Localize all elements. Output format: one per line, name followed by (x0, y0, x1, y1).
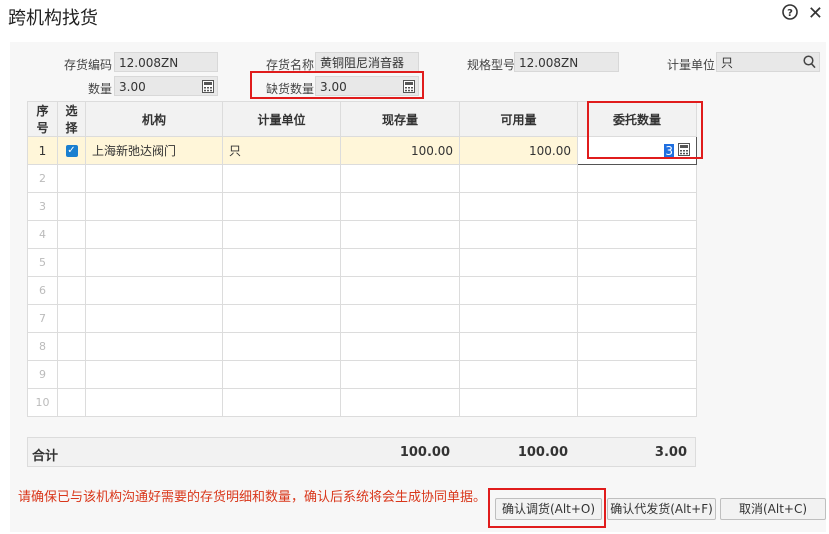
item-code-field: 12.008ZN (114, 52, 218, 72)
item-code-label: 存货编码 (64, 58, 113, 72)
col-header-stock: 现存量 (340, 101, 460, 137)
unit-cell: 只 (222, 136, 341, 165)
col-header-select: 选择 (57, 101, 86, 137)
spec-field: 12.008ZN (514, 52, 619, 72)
row-number: 3 (27, 192, 58, 221)
available-cell: 100.00 (459, 136, 578, 165)
qty-field[interactable]: 3.00 (114, 76, 218, 96)
total-entrust: 3.00 (654, 445, 687, 460)
dialog-title: 跨机构找货 (8, 8, 98, 29)
confirm-note: 请确保已与该机构沟通好需要的存货明细和数量，确认后系统将会生成协同单据。 (18, 490, 487, 505)
close-icon[interactable]: ✕ (808, 5, 823, 23)
row-number: 4 (27, 220, 58, 249)
row-number: 7 (27, 304, 58, 333)
confirm-highlight-box (488, 488, 606, 528)
select-cell[interactable]: ✓ (57, 136, 86, 165)
shortage-highlight-box (250, 71, 424, 99)
row-number: 5 (27, 248, 58, 277)
table-row[interactable]: 7 (27, 304, 697, 333)
stock-cell: 100.00 (340, 136, 460, 165)
table-row[interactable]: 8 (27, 332, 697, 361)
col-header-unit: 计量单位 (222, 101, 341, 137)
calculator-icon[interactable] (202, 80, 214, 93)
table-row[interactable]: 4 (27, 220, 697, 249)
row-number: 9 (27, 360, 58, 389)
search-icon[interactable] (803, 55, 816, 69)
checkbox-checked-icon[interactable]: ✓ (65, 145, 78, 157)
qty-label: 数量 (88, 82, 113, 96)
total-available: 100.00 (517, 445, 568, 460)
total-label: 合计 (32, 449, 59, 464)
cancel-button[interactable]: 取消(Alt+C) (720, 498, 826, 520)
col-header-no: 序号 (27, 101, 58, 137)
col-header-org: 机构 (85, 101, 223, 137)
qty-value: 3.00 (119, 80, 146, 94)
item-name-field: 黄铜阻尼消音器 (315, 52, 419, 72)
table-row[interactable]: 5 (27, 248, 697, 277)
col-header-available: 可用量 (459, 101, 578, 137)
entrust-highlight-box (587, 101, 703, 159)
help-icon[interactable]: ? (782, 4, 798, 24)
row-number: 10 (27, 388, 58, 417)
svg-text:?: ? (787, 8, 793, 19)
table-row[interactable]: 6 (27, 276, 697, 305)
table-row[interactable]: 2 (27, 164, 697, 193)
confirm-ship-button[interactable]: 确认代发货(Alt+F) (607, 498, 716, 520)
table-row[interactable]: 10 (27, 388, 697, 417)
unit-label: 计量单位 (667, 58, 716, 72)
org-cell: 上海新弛达阀门 (85, 136, 223, 165)
unit-value: 只 (721, 56, 734, 70)
unit-field[interactable]: 只 (716, 52, 820, 72)
row-number: 8 (27, 332, 58, 361)
row-number: 2 (27, 164, 58, 193)
table-row[interactable]: 3 (27, 192, 697, 221)
row-number: 6 (27, 276, 58, 305)
total-stock: 100.00 (399, 445, 450, 460)
totals-row: 合计 100.00 100.00 3.00 (27, 437, 696, 467)
row-number: 1 (27, 136, 58, 165)
table-row[interactable]: 9 (27, 360, 697, 389)
spec-label: 规格型号 (467, 58, 516, 72)
